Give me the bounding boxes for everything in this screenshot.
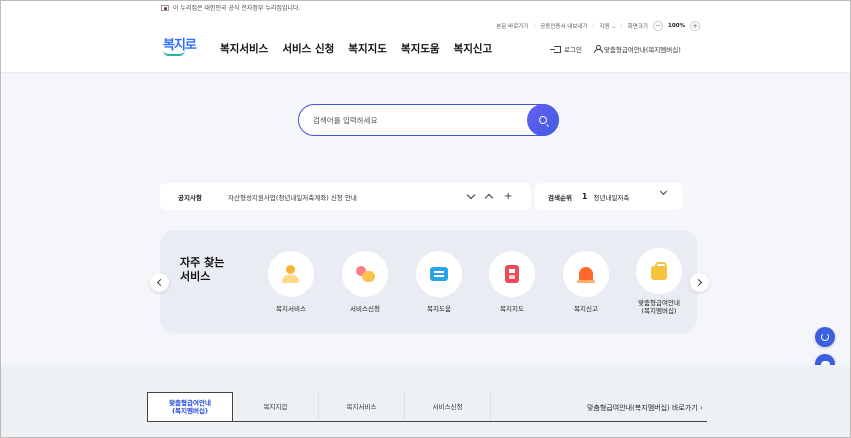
notice-more-button[interactable]: + xyxy=(504,191,512,202)
search-button[interactable] xyxy=(527,104,559,136)
people-icon xyxy=(280,263,302,285)
chevron-up-icon[interactable] xyxy=(484,193,494,203)
search-icon xyxy=(539,116,547,124)
nav-item-welfare-report[interactable]: 복지신고 xyxy=(454,41,493,56)
refresh-button[interactable] xyxy=(815,327,835,347)
zoom-label: 화면크기 xyxy=(627,24,648,30)
ranking-number: 1 xyxy=(581,192,588,201)
frequent-services-title: 자주 찾는 서비스 xyxy=(180,256,225,283)
nav-item-service-apply[interactable]: 서비스 신청 xyxy=(282,41,334,56)
search-box xyxy=(298,104,559,136)
map-icon xyxy=(501,263,523,285)
flag-icon xyxy=(161,4,169,11)
bell-icon xyxy=(575,263,597,285)
login-icon xyxy=(550,45,561,53)
tab-wallet[interactable]: 복지지갑 xyxy=(233,392,319,421)
search-ranking[interactable]: 검색순위 1 청년내일저축 xyxy=(535,183,682,210)
nav-item-welfare-map[interactable]: 복지지도 xyxy=(348,41,387,56)
tab-welfare-service[interactable]: 복지서비스 xyxy=(319,392,405,421)
ranking-label: 검색순위 xyxy=(548,193,572,202)
main-nav: 복지서비스 서비스 신청 복지지도 복지도움 복지신고 xyxy=(220,41,492,56)
nav-item-welfare-service[interactable]: 복지서비스 xyxy=(220,41,268,56)
service-item-membership[interactable]: 맞춤형급여안내 (복지멤버십) xyxy=(624,248,694,315)
chevron-down-icon[interactable] xyxy=(659,187,668,196)
service-item-welfare-map[interactable]: 복지지도 xyxy=(477,251,547,313)
nav-item-welfare-help[interactable]: 복지도움 xyxy=(401,41,440,56)
carousel-prev-button[interactable] xyxy=(150,273,169,292)
zoom-value: 100% xyxy=(668,23,685,29)
logo-swoosh-icon xyxy=(163,50,185,56)
skip-link[interactable]: 본문 바로가기 xyxy=(496,22,528,30)
logo[interactable]: 복지로 xyxy=(163,34,197,56)
zoom-in-button[interactable]: + xyxy=(690,21,700,31)
service-item-welfare-report[interactable]: 복지신고 xyxy=(551,251,621,313)
gov-banner: 이 누리집은 대한민국 공식 전자정부 누리집입니다. xyxy=(1,1,850,17)
tab-membership[interactable]: 맞춤형급여안내 (복지멤버십) xyxy=(147,392,233,421)
header: 본문 바로가기 | 공동인증서 내보내기 | 지원 ⌄ | 화면크기 − 100… xyxy=(1,17,850,73)
cert-export-link[interactable]: 공동인증서 내보내기 xyxy=(540,22,587,30)
chevron-down-icon[interactable] xyxy=(466,190,476,200)
service-item-service-apply[interactable]: 서비스신청 xyxy=(330,251,400,313)
tab-service-apply[interactable]: 서비스신청 xyxy=(405,392,491,421)
zoom-out-button[interactable]: − xyxy=(653,21,663,31)
utility-bar: 본문 바로가기 | 공동인증서 내보내기 | 지원 ⌄ | 화면크기 − 100… xyxy=(496,21,700,31)
notice-bar: 공지사항 자산형성지원사업(청년내일저축계좌) 신청 안내 + xyxy=(160,183,531,210)
person-icon xyxy=(593,45,603,53)
member-menu: 로그인 맞춤형급여안내(복지멤버십) xyxy=(550,44,681,54)
book-icon xyxy=(428,263,450,285)
bag-icon xyxy=(648,260,670,282)
gov-banner-text[interactable]: 이 누리집은 대한민국 공식 전자정부 누리집입니다. xyxy=(173,3,300,12)
notice-text[interactable]: 자산형성지원사업(청년내일저축계좌) 신청 안내 xyxy=(228,192,458,202)
ranking-keyword[interactable]: 청년내일저축 xyxy=(594,192,630,202)
refresh-icon xyxy=(821,333,829,341)
chevron-right-icon xyxy=(694,278,703,287)
page: 이 누리집은 대한민국 공식 전자정부 누리집입니다. 본문 바로가기 | 공동… xyxy=(0,0,851,438)
search-input[interactable] xyxy=(313,112,523,128)
service-item-welfare-service[interactable]: 복지서비스 xyxy=(256,251,326,313)
notice-label: 공지사항 xyxy=(178,193,202,202)
service-item-welfare-help[interactable]: 복지도움 xyxy=(404,251,474,313)
chevron-left-icon xyxy=(156,278,165,287)
membership-link[interactable]: 맞춤형급여안내(복지멤버십) xyxy=(593,44,681,54)
membership-shortcut-link[interactable]: 맞춤형급여안내(복지멤버십) 바로가기 › xyxy=(587,403,703,413)
login-link[interactable]: 로그인 xyxy=(550,44,582,54)
region-select[interactable]: 지원 ⌄ xyxy=(599,22,615,30)
hand-icon xyxy=(354,263,376,285)
